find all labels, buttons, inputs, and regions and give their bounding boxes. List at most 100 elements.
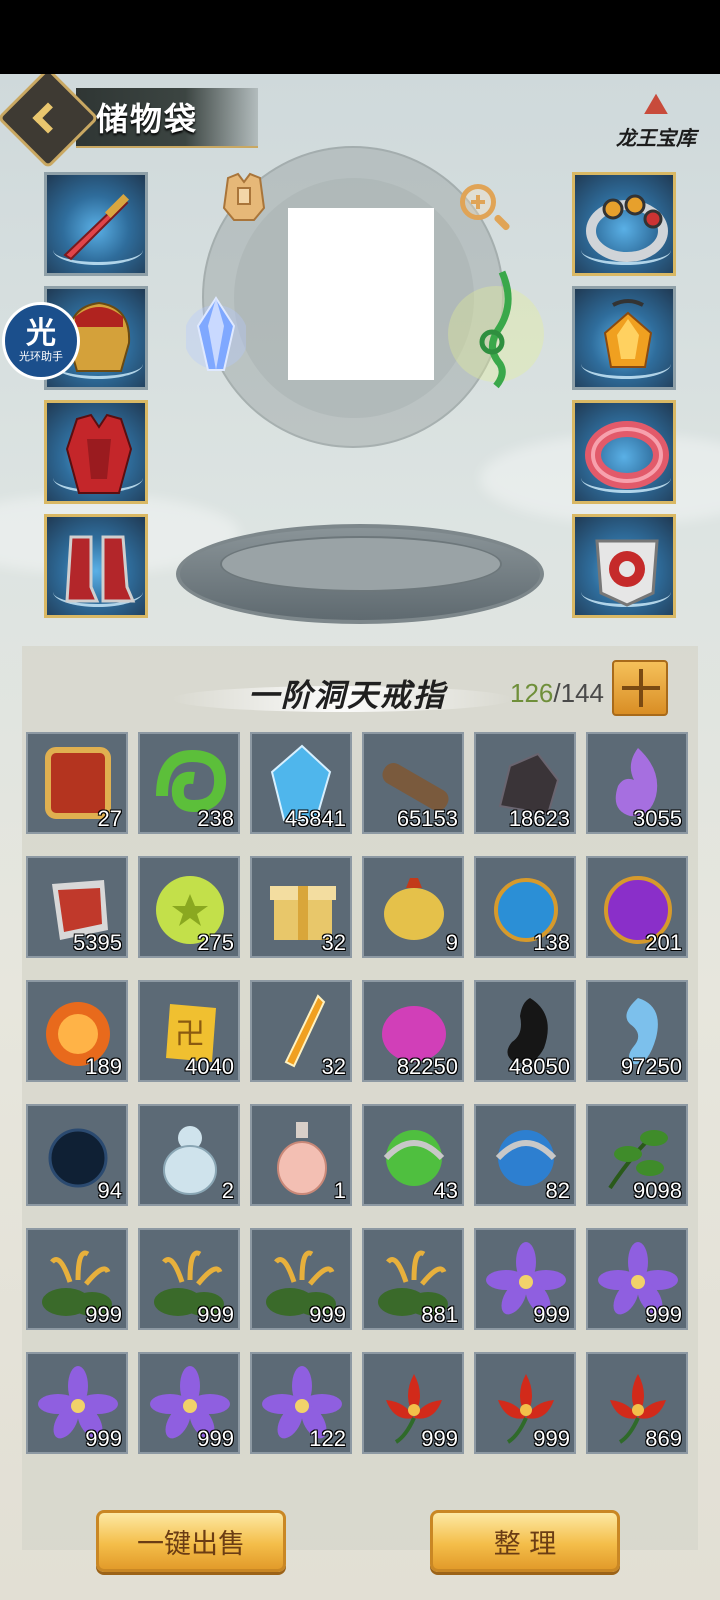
equip-slot-boots[interactable] [44, 514, 148, 618]
inventory-slot[interactable]: 201 [586, 856, 688, 958]
item-quantity: 43 [433, 1178, 458, 1203]
equip-slot-ring[interactable] [572, 172, 676, 276]
inventory-slot[interactable]: 43 [362, 1104, 464, 1206]
jade-hairpin-icon[interactable] [446, 264, 546, 394]
halo-assistant-badge[interactable]: 光 光环助手 [2, 302, 80, 380]
item-quantity: 999 [85, 1302, 122, 1327]
inventory-slot[interactable]: 999 [474, 1228, 576, 1330]
character-pedestal [176, 524, 544, 624]
inventory-slot[interactable]: 189 [26, 980, 128, 1082]
item-quantity: 4040 [185, 1054, 234, 1079]
item-quantity: 45841 [284, 806, 346, 831]
inventory-slot[interactable]: 999 [474, 1352, 576, 1454]
armor-view-button[interactable] [214, 168, 274, 228]
inventory-slot[interactable]: 238 [138, 732, 240, 834]
inventory-slot[interactable]: 3055 [586, 732, 688, 834]
inventory-slot[interactable]: 45841 [250, 732, 352, 834]
item-quantity: 9098 [633, 1178, 682, 1203]
item-quantity: 999 [85, 1426, 122, 1451]
inventory-header: 一阶洞天戒指 126/144 [22, 656, 698, 726]
ring-icon [586, 194, 668, 262]
equip-slot-bracelet[interactable] [572, 400, 676, 504]
chevron-left-icon [32, 102, 64, 134]
capacity-separator: / [553, 678, 561, 708]
item-quantity: 138 [533, 930, 570, 955]
item-quantity: 238 [197, 806, 234, 831]
dragon-king-treasury-button[interactable]: ⛰ 龙王宝库 [606, 88, 706, 158]
inventory-slot[interactable]: 999 [250, 1228, 352, 1330]
sort-button[interactable]: 整 理 [430, 1510, 620, 1572]
inventory-slot[interactable]: 1 [250, 1104, 352, 1206]
item-quantity: 18623 [508, 806, 570, 831]
capacity-counter: 126/144 [510, 678, 604, 709]
inventory-slot[interactable]: 94 [26, 1104, 128, 1206]
item-quantity: 999 [533, 1302, 570, 1327]
treasury-emblem-icon: ⛰ [643, 87, 669, 122]
inventory-slot[interactable]: 9098 [586, 1104, 688, 1206]
item-quantity: 999 [197, 1426, 234, 1451]
inventory-slot[interactable]: 999 [586, 1228, 688, 1330]
belt-icon [595, 539, 659, 607]
inventory-slot[interactable]: 999 [138, 1228, 240, 1330]
item-quantity: 65153 [396, 806, 458, 831]
equip-slot-armor[interactable] [44, 400, 148, 504]
item-quantity: 999 [197, 1302, 234, 1327]
svg-text:卍: 卍 [175, 1017, 205, 1052]
equip-slot-belt[interactable] [572, 514, 676, 618]
inventory-slot[interactable]: 999 [26, 1228, 128, 1330]
inventory-slot[interactable]: 82 [474, 1104, 576, 1206]
inventory-slot[interactable]: 27 [26, 732, 128, 834]
zoom-button[interactable] [448, 172, 508, 232]
item-quantity: 999 [645, 1302, 682, 1327]
inventory-slot[interactable]: 999 [362, 1352, 464, 1454]
item-quantity: 869 [645, 1426, 682, 1451]
inventory-slot[interactable]: 5395 [26, 856, 128, 958]
helper-glyph: 光 [26, 316, 56, 351]
inventory-slot[interactable]: 32 [250, 980, 352, 1082]
item-quantity: 82250 [396, 1054, 458, 1079]
pendant-icon [603, 299, 653, 368]
inventory-slot[interactable]: 9 [362, 856, 464, 958]
item-quantity: 94 [97, 1178, 122, 1203]
blue-crystal-icon[interactable] [186, 292, 246, 382]
inventory-slot[interactable]: 97250 [586, 980, 688, 1082]
item-quantity: 82 [545, 1178, 570, 1203]
inventory-slot[interactable]: 18623 [474, 732, 576, 834]
item-quantity: 32 [321, 1054, 346, 1079]
inventory-slot[interactable]: 65153 [362, 732, 464, 834]
inventory-slot[interactable]: 2 [138, 1104, 240, 1206]
item-quantity: 3055 [633, 806, 682, 831]
inventory-slot[interactable]: 138 [474, 856, 576, 958]
plus-icon-bar [639, 669, 643, 707]
inventory-slot[interactable]: 275 [138, 856, 240, 958]
title-banner: 储物袋 [76, 88, 258, 148]
inventory-slot[interactable]: 869 [586, 1352, 688, 1454]
character-portrait[interactable] [288, 208, 434, 380]
status-bar [0, 0, 720, 74]
inventory-slot[interactable]: 999 [138, 1352, 240, 1454]
item-quantity: 189 [85, 1054, 122, 1079]
inventory-slot[interactable]: 82250 [362, 980, 464, 1082]
inventory-slot[interactable]: 卍 4040 [138, 980, 240, 1082]
item-quantity: 881 [421, 1302, 458, 1327]
inventory-slot[interactable]: 48050 [474, 980, 576, 1082]
item-quantity: 5395 [73, 930, 122, 955]
item-grid: 27 238 45841 65153 18623 3055 5395 275 32 9 138 201… [26, 732, 694, 1454]
inventory-slot[interactable]: 122 [250, 1352, 352, 1454]
inventory-slot[interactable]: 881 [362, 1228, 464, 1330]
inventory-title: 一阶洞天戒指 [248, 678, 446, 714]
item-quantity: 999 [421, 1426, 458, 1451]
item-quantity: 999 [309, 1302, 346, 1327]
sword-icon [63, 193, 130, 261]
capacity-total: 144 [560, 678, 605, 708]
inventory-slot[interactable]: 32 [250, 856, 352, 958]
inventory-slot[interactable]: 999 [26, 1352, 128, 1454]
expand-capacity-button[interactable] [612, 660, 668, 716]
bracelet-icon [585, 421, 669, 489]
equip-slot-pendant[interactable] [572, 286, 676, 390]
pedestal-top [220, 536, 502, 592]
sell-all-button[interactable]: 一键出售 [96, 1510, 286, 1572]
inventory-panel: 一阶洞天戒指 126/144 27 238 45841 65153 18623 3055 5… [22, 646, 698, 1550]
equip-slot-sword[interactable] [44, 172, 148, 276]
item-quantity: 9 [445, 930, 458, 955]
